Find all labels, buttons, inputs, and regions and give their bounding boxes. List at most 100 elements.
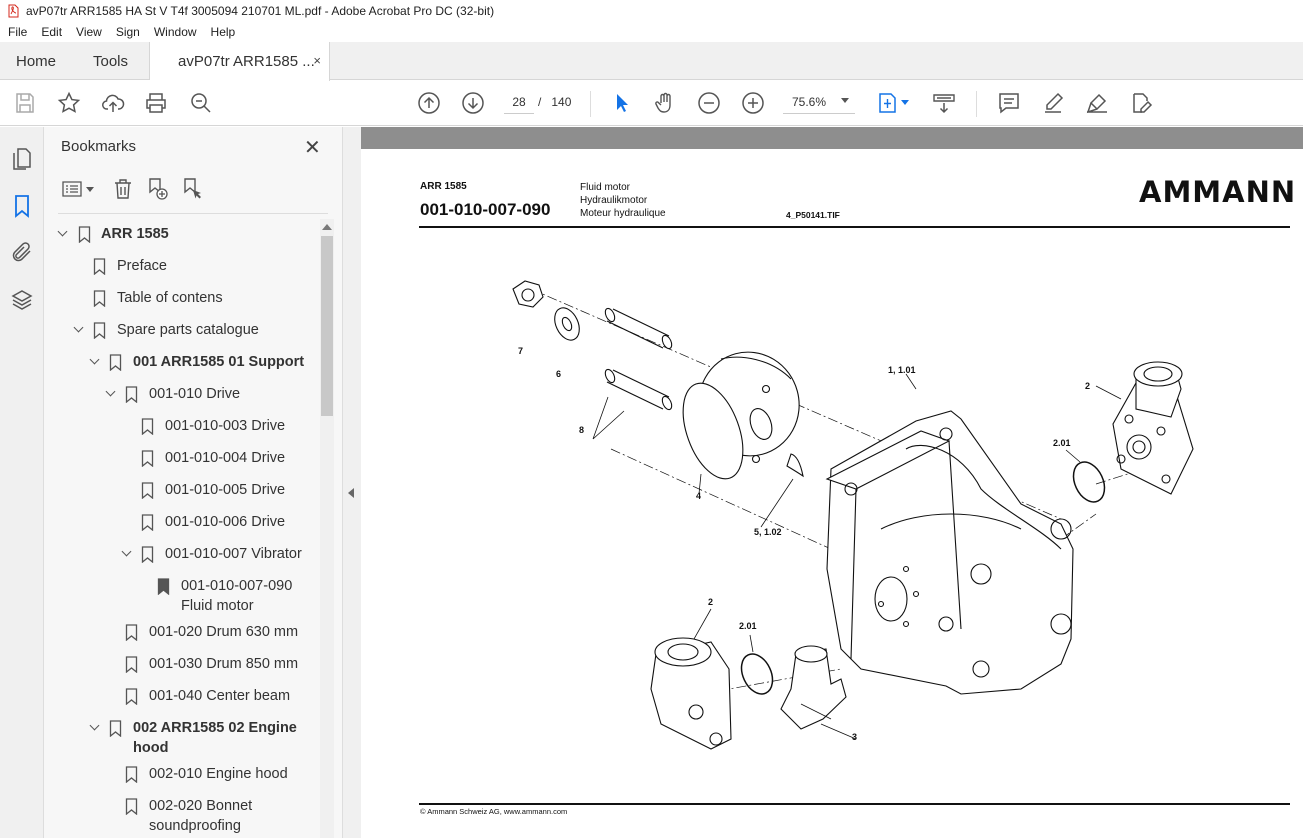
bookmark-label-line2: hood: [133, 740, 169, 756]
next-page-icon[interactable]: [461, 91, 485, 115]
fit-chevron-down-icon[interactable]: [901, 100, 909, 105]
zoom-out-icon[interactable]: [697, 91, 721, 115]
comment-icon[interactable]: [997, 91, 1021, 115]
bookmark-item[interactable]: 001-010-006 Drive: [44, 512, 320, 532]
tab-close-icon[interactable]: ×: [313, 53, 321, 68]
layers-icon[interactable]: [10, 288, 34, 312]
bookmark-item[interactable]: 001-020 Drum 630 mm: [44, 622, 320, 642]
chevron-down-icon[interactable]: [105, 386, 116, 397]
new-bookmark-icon[interactable]: [145, 177, 169, 201]
sign-pen-icon[interactable]: [1085, 91, 1109, 115]
chevron-down-icon[interactable]: [121, 546, 132, 557]
page-number-input[interactable]: [504, 90, 534, 114]
bookmark-flag-icon: [125, 798, 138, 815]
collapse-panel-icon[interactable]: [348, 488, 354, 498]
tab-home[interactable]: Home: [0, 42, 72, 80]
chevron-down-icon[interactable]: [89, 720, 100, 731]
bookmark-flag-icon: [93, 258, 106, 275]
highlight-pen-icon[interactable]: [1041, 91, 1065, 115]
bookmark-label: 001-030 Drum 850 mm: [149, 656, 299, 672]
previous-page-icon[interactable]: [417, 91, 441, 115]
bookmark-flag-icon: [141, 418, 154, 435]
scroll-up-icon[interactable]: [322, 224, 332, 230]
menu-view[interactable]: View: [69, 25, 109, 39]
close-icon[interactable]: ✕: [304, 135, 321, 160]
panel-splitter[interactable]: [343, 127, 361, 838]
bookmark-label: 001-040 Center beam: [149, 688, 291, 704]
bookmark-item[interactable]: 001-010-005 Drive: [44, 480, 320, 500]
menu-file[interactable]: File: [0, 25, 34, 39]
menu-window[interactable]: Window: [147, 25, 204, 39]
bookmark-item[interactable]: Spare parts catalogue: [44, 320, 320, 340]
zoom-select[interactable]: 75.6%: [783, 90, 855, 114]
save-icon[interactable]: [13, 91, 37, 115]
print-icon[interactable]: [144, 91, 168, 115]
bookmark-item[interactable]: 001-010 Drive: [44, 384, 320, 404]
bookmark-label: 001-010 Drive: [149, 386, 241, 402]
chevron-down-icon[interactable]: [73, 322, 84, 333]
bookmark-item-selected[interactable]: 001-010-007-090 Fluid motor: [44, 576, 320, 616]
bookmark-item[interactable]: Table of contens: [44, 288, 320, 308]
scrollbar-thumb[interactable]: [321, 236, 333, 416]
bookmark-item[interactable]: 002-020 Bonnet soundproofing: [44, 796, 320, 836]
bookmark-item[interactable]: 001-030 Drum 850 mm: [44, 654, 320, 674]
bookmark-flag-icon: [93, 322, 106, 339]
zoom-in-icon[interactable]: [741, 91, 765, 115]
options-menu-icon[interactable]: [60, 177, 84, 201]
bookmark-item[interactable]: 001-040 Center beam: [44, 686, 320, 706]
bookmark-label: 001-010-003 Drive: [165, 418, 286, 434]
callout-2-upper: 2: [1085, 381, 1091, 391]
page-thumbnails-icon[interactable]: [10, 147, 34, 171]
bookmark-item[interactable]: 002-010 Engine hood: [44, 764, 320, 784]
fit-page-icon[interactable]: [876, 91, 900, 115]
edit-pdf-icon[interactable]: [1129, 91, 1153, 115]
bookmark-item[interactable]: ARR 1585: [44, 224, 320, 244]
callout-1: 1, 1.01: [888, 365, 916, 375]
attachment-icon[interactable]: [10, 240, 34, 264]
footer-copyright: © Ammann Schweiz AG, www.ammann.com: [420, 807, 568, 816]
acrobat-icon: [8, 4, 19, 18]
bookmark-item[interactable]: 001-010-004 Drive: [44, 448, 320, 468]
tab-document-label: avP07tr ARR1585 ...: [178, 53, 315, 70]
tab-document[interactable]: avP07tr ARR1585 ... ×: [150, 42, 330, 81]
bookmark-item[interactable]: 001-010-003 Drive: [44, 416, 320, 436]
chevron-down-icon[interactable]: [57, 226, 68, 237]
bookmark-flag-icon: [157, 578, 170, 595]
search-zoom-icon[interactable]: [189, 91, 213, 115]
bookmark-flag-icon: [125, 624, 138, 641]
bookmark-label: 001-010-007-090: [181, 578, 293, 594]
hand-tool-icon[interactable]: [653, 91, 677, 115]
chevron-down-icon[interactable]: [89, 354, 100, 365]
bookmark-label: 002 ARR1585 02 Engine: [133, 720, 297, 736]
bookmark-label: 001 ARR1585 01 Support: [133, 354, 305, 370]
menu-help[interactable]: Help: [204, 25, 243, 39]
menu-edit[interactable]: Edit: [34, 25, 69, 39]
bookmark-item[interactable]: 002 ARR1585 02 Engine hood: [44, 718, 320, 758]
callout-2-01-upper: 2.01: [1053, 438, 1071, 448]
bookmark-label-line2: Fluid motor: [181, 598, 254, 614]
exploded-view-drawing: [512, 280, 1194, 750]
find-bookmark-icon[interactable]: [180, 177, 204, 201]
page-count: / 140: [538, 95, 571, 109]
menu-sign[interactable]: Sign: [109, 25, 147, 39]
delete-icon[interactable]: [111, 177, 135, 201]
bookmark-item[interactable]: 001-010-007 Vibrator: [44, 544, 320, 564]
bookmark-flag-icon: [109, 354, 122, 371]
bookmark-label: 001-010-007 Vibrator: [165, 546, 302, 562]
bookmark-flag-icon: [109, 720, 122, 737]
bookmark-flag-icon: [141, 450, 154, 467]
footer-rule: [419, 803, 1290, 805]
bookmark-icon[interactable]: [10, 194, 34, 218]
bookmark-item[interactable]: 001 ARR1585 01 Support: [44, 352, 320, 372]
star-icon[interactable]: [57, 91, 81, 115]
select-cursor-icon[interactable]: [610, 91, 634, 115]
bookmark-flag-icon: [141, 482, 154, 499]
tab-tools[interactable]: Tools: [72, 42, 150, 80]
callout-2-lower: 2: [708, 597, 714, 607]
options-chevron-down-icon[interactable]: [86, 187, 94, 192]
bookmark-label: ARR 1585: [101, 226, 169, 242]
bookmark-label: 001-010-004 Drive: [165, 450, 286, 466]
upload-cloud-icon[interactable]: [101, 91, 125, 115]
bookmark-item[interactable]: Preface: [44, 256, 320, 276]
scroll-mode-icon[interactable]: [932, 91, 956, 115]
